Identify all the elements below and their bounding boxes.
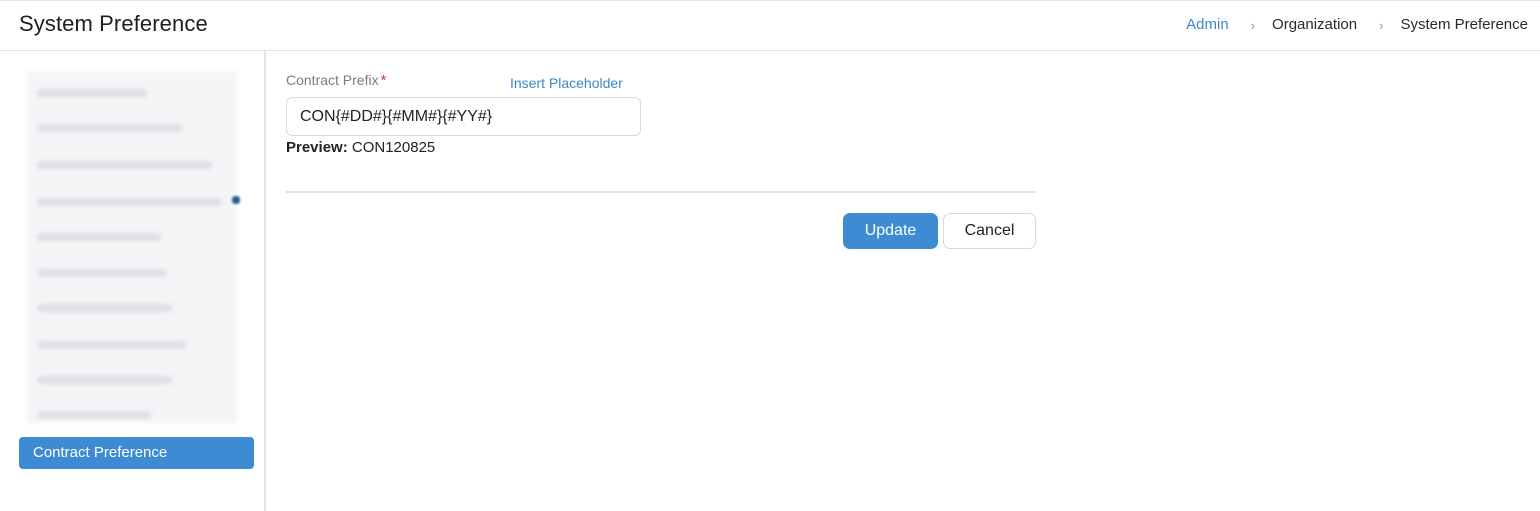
breadcrumb-chevron-icon: › — [1379, 18, 1384, 33]
sidebar-item-contract-preference[interactable]: Contract Preference — [19, 437, 254, 469]
breadcrumb-admin-link[interactable]: Admin — [1186, 16, 1229, 33]
form-divider — [286, 191, 1036, 193]
contract-prefix-label-text: Contract Prefix — [286, 72, 379, 88]
breadcrumb-organization: Organization — [1272, 16, 1358, 33]
sidebar: Contract Preference — [0, 51, 266, 511]
required-indicator: * — [380, 72, 387, 89]
preview-label: Preview: — [286, 139, 348, 156]
page-header: System Preference Admin › Organization ›… — [0, 0, 1540, 51]
breadcrumb-current: System Preference — [1400, 16, 1528, 33]
sidebar-redacted-items — [27, 71, 237, 423]
breadcrumb-chevron-icon: › — [1250, 18, 1256, 33]
preview-value: CON120825 — [351, 139, 436, 156]
contract-prefix-label: Contract Prefix * — [286, 72, 386, 89]
contract-prefix-input[interactable] — [286, 97, 641, 136]
insert-placeholder-link[interactable]: Insert Placeholder — [510, 75, 623, 91]
page-title: System Preference — [19, 11, 208, 36]
update-button[interactable]: Update — [843, 213, 938, 249]
preview-line: Preview: CON120825 — [286, 139, 435, 156]
cancel-button[interactable]: Cancel — [943, 213, 1036, 249]
breadcrumb: Admin › Organization › System Preference — [1186, 16, 1528, 33]
redacted-fragment — [232, 196, 240, 204]
